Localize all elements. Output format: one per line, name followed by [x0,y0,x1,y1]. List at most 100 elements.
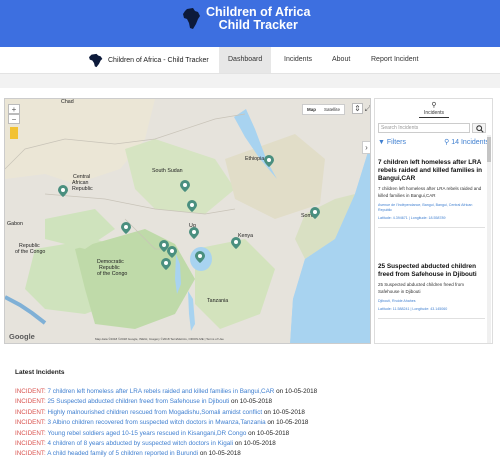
incident-link[interactable]: A child headed family of 5 children repo… [47,450,198,457]
incident-link[interactable]: 7 children left homeless after LRA rebel… [48,388,275,395]
incident-label: INCIDENT: [15,419,46,427]
map-type-map-button[interactable]: Map [303,105,320,114]
street-view-pegman-icon[interactable] [10,127,18,139]
on-text: on [230,398,238,406]
incident-pin-icon[interactable] [180,180,190,192]
incidents-count: ⚲ 14 Incidents [444,138,489,146]
filters-toggle[interactable]: ▼ Filters [378,139,406,146]
map-label-south-sudan: South Sudan [152,168,183,174]
incident-label: INCIDENT: [15,388,46,395]
incident-pin-icon[interactable] [161,258,171,270]
incident-date: 10-05-2018 [208,450,241,458]
nav-incidents[interactable]: Incidents [275,47,321,73]
incident-pin-icon[interactable] [264,155,274,167]
on-text: on [276,388,284,395]
incident-pin-icon[interactable] [189,227,199,239]
incident-pin-icon[interactable] [195,251,205,263]
location-pin-icon: ⚲ [444,139,450,146]
list-item: INCIDENT: Young rebel soldiers aged 10-1… [15,429,485,439]
incident-card-coordinates: Latitude: 4.394671 | Longitude: 18.55878… [378,216,446,220]
on-text: on [234,440,242,448]
incident-pin-icon[interactable] [187,200,197,212]
filter-icon: ▼ [378,138,385,146]
incident-pin-icon[interactable] [310,207,320,219]
separator-band [0,74,500,88]
incident-date: 10-05-2018 [272,408,305,416]
nav-dashboard[interactable]: Dashboard [219,47,272,73]
incident-date: 10-05-2018 [243,440,276,448]
incident-label: INCIDENT: [15,440,46,448]
navbar: Children of Africa - Child Tracker Dashb… [0,47,500,74]
list-item: INCIDENT: 3 Albino children recovered fr… [15,418,485,428]
map-label-tanzania: Tanzania [207,298,229,304]
drag-handle-icon[interactable]: ⇕ [352,103,363,114]
incident-label: INCIDENT: [15,450,46,458]
on-text: on [199,450,207,458]
incident-date: 10-05-2018 [276,419,309,427]
incident-label: INCIDENT: [15,398,46,406]
google-logo: Google [9,332,35,341]
filters-label: Filters [386,138,406,146]
incident-link[interactable]: 4 children of 8 years abducted by suspec… [48,440,234,447]
incident-pin-icon[interactable] [58,185,68,197]
on-text: on [267,419,275,427]
list-item: INCIDENT: 7 children left homeless after… [15,387,485,397]
incident-card-coordinates: Latitude: 11.588241 | Longitude: 43.1450… [378,307,448,311]
incident-card-description: 25 Suspected abducted children freed fro… [378,282,465,294]
incident-link[interactable]: 3 Albino children recovered from suspect… [48,419,266,426]
list-item: INCIDENT: 25 Suspected abducted children… [15,397,485,407]
zoom-in-button[interactable]: + [8,104,20,114]
map-label-chad: Chad [61,99,74,105]
incident-link[interactable]: 25 Suspected abducted children freed fro… [48,398,230,405]
incident-map[interactable]: Chad South Sudan Central African Republi… [4,98,371,344]
incident-card-title[interactable]: 7 children left homeless after LRA rebel… [378,159,485,183]
chevron-right-icon[interactable]: › [362,141,371,154]
panel-scrollbar[interactable] [487,135,491,343]
incident-card-description: 7 children left homeless after LRA rebel… [378,186,482,198]
incident-card-location: Djibouti, Rruide Ahahes [378,299,416,303]
latest-incidents-heading: Latest Incidents [15,369,65,376]
tab-incidents[interactable]: ⚲ Incidents [419,102,449,118]
incident-link[interactable]: Highly malnourished children rescued fro… [48,409,263,416]
nav-brand[interactable]: Children of Africa - Child Tracker [88,53,209,68]
on-text: on [248,429,256,437]
incidents-count-label: 14 Incidents [451,139,489,146]
zoom-out-button[interactable]: − [8,114,20,124]
map-label-ethiopia: Ethiopia [245,156,265,162]
map-base-layer [5,99,370,343]
map-label-roc-2: of the Congo [15,249,46,255]
banner-title: Children of Africa Child Tracker [206,6,310,32]
list-item: INCIDENT: 4 children of 8 years abducted… [15,439,485,449]
fullscreen-icon[interactable]: ⤢ [365,103,370,114]
search-input[interactable]: Search Incidents [378,123,470,133]
map-label-drc-3: of the Congo [97,271,128,277]
incident-label: INCIDENT: [15,408,46,416]
search-button[interactable] [472,123,486,133]
incidents-panel: ⚲ Incidents Search Incidents ▼ Filters ⚲… [374,98,493,344]
tab-incidents-label: Incidents [423,110,444,116]
incident-date: 10-05-2018 [256,429,290,437]
list-item: INCIDENT: Highly malnourished children r… [15,408,485,418]
incident-card[interactable]: 25 Suspected abducted children freed fro… [378,263,485,319]
incident-pin-icon[interactable] [121,222,131,234]
nav-about[interactable]: About [323,47,359,73]
map-label-gabon: Gabon [7,221,23,227]
map-type-satellite-button[interactable]: Satellite [320,105,344,114]
incident-date: 10-05-2018 [239,398,272,406]
africa-logo-icon [89,53,103,68]
filter-row: ▼ Filters ⚲ 14 Incidents [378,136,489,148]
location-pin-icon: ⚲ [431,102,437,109]
incident-card[interactable]: 7 children left homeless after LRA rebel… [378,159,485,228]
incident-pin-icon[interactable] [167,246,177,258]
map-label-car-3: Republic [72,186,93,192]
search-icon [476,125,484,133]
nav-report-incident[interactable]: Report Incident [362,47,427,73]
map-attribution: Map data ©2018 ©2018 Google, INEGI, Imag… [95,337,224,341]
incident-link[interactable]: Young rebel soldiers aged 10-15 years re… [47,430,246,437]
incident-card-title[interactable]: 25 Suspected abducted children freed fro… [378,263,485,279]
incident-pin-icon[interactable] [231,237,241,249]
incident-label: INCIDENT: [15,429,46,437]
header-banner: Children of Africa Child Tracker [0,0,500,47]
africa-map-logo-icon [183,8,200,29]
incident-date: 10-05-2018 [284,388,318,395]
